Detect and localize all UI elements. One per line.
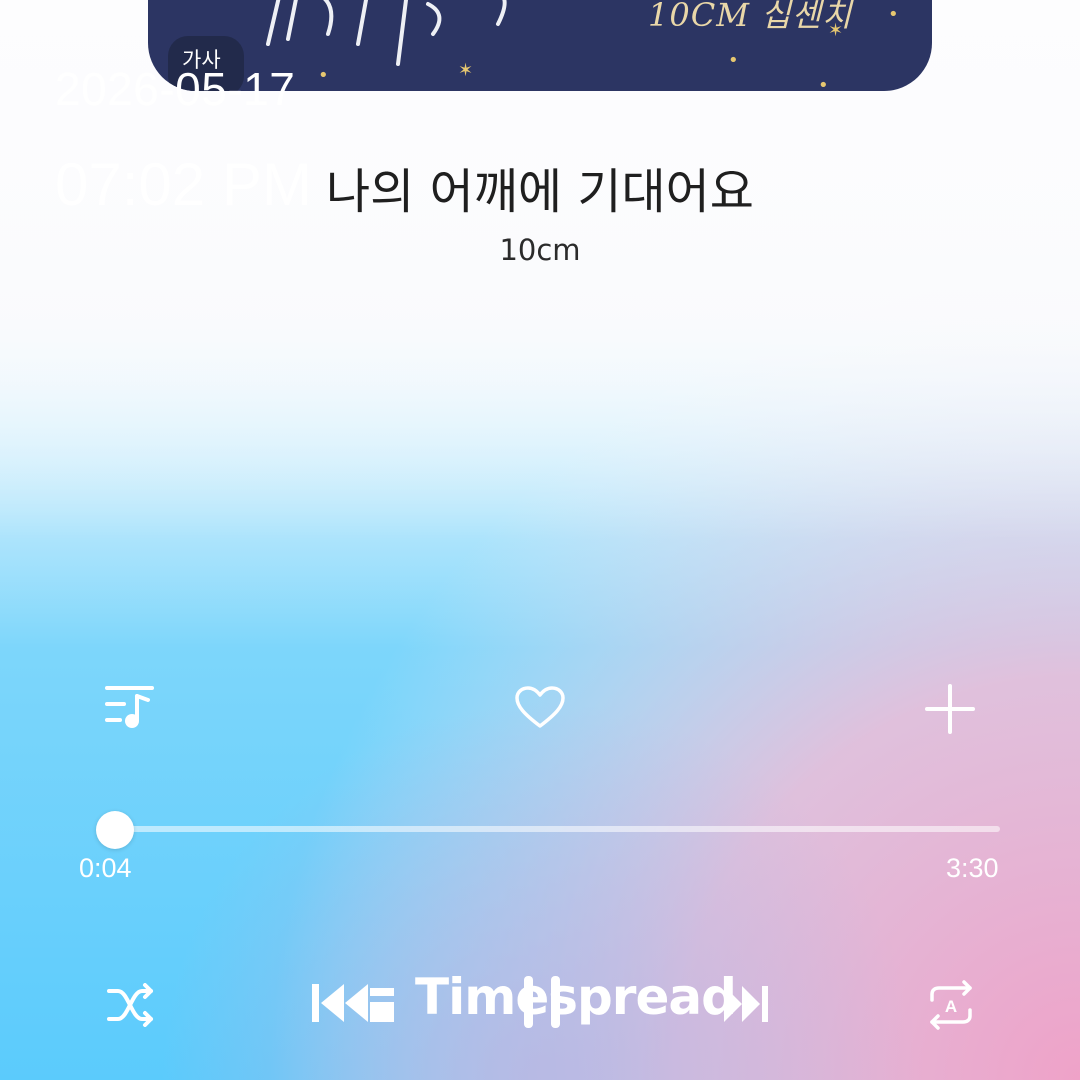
seek-bar[interactable]	[98, 826, 1000, 832]
skip-previous-icon[interactable]	[310, 982, 396, 1024]
current-time: 0:04	[79, 853, 132, 883]
playlist-music-icon[interactable]	[104, 684, 156, 730]
seek-thumb[interactable]	[96, 811, 135, 849]
song-artist[interactable]: 10cm	[0, 233, 1080, 267]
album-art-artist: 10CM 십센치	[648, 0, 853, 34]
star-decoration: •	[728, 50, 739, 71]
skip-next-icon[interactable]	[722, 984, 770, 1024]
svg-text:A: A	[945, 997, 957, 1016]
star-decoration: •	[888, 4, 899, 25]
date-stamp: 2026-05-17	[55, 63, 296, 115]
shuffle-icon[interactable]	[106, 983, 156, 1027]
star-decoration: •	[318, 65, 329, 86]
star-decoration: ✶	[458, 60, 474, 81]
total-time: 3:30	[946, 853, 999, 883]
repeat-a-icon[interactable]: A	[926, 980, 976, 1030]
heart-outline-icon[interactable]	[514, 686, 566, 730]
star-decoration: ✶	[828, 20, 844, 41]
song-title: 나의 어깨에 기대어요	[326, 164, 754, 220]
plus-icon[interactable]	[925, 684, 975, 734]
album-title-lettering	[266, 0, 507, 66]
star-decoration: •	[818, 75, 829, 91]
watermark-text: Timespread	[415, 968, 737, 1026]
